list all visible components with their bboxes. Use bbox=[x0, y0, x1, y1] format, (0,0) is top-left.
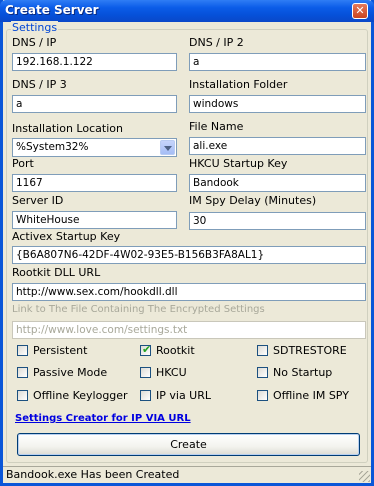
window-title: Create Server bbox=[5, 3, 99, 17]
close-button[interactable]: ✕ bbox=[352, 3, 368, 19]
hkcu-startup-key-label: HKCU Startup Key bbox=[189, 157, 288, 170]
resize-grip-icon[interactable] bbox=[359, 471, 370, 482]
encrypted-settings-link-label: Link to The File Containing The Encrypte… bbox=[12, 304, 265, 315]
dns-ip-2-label: DNS / IP 2 bbox=[189, 36, 244, 49]
installation-folder-input[interactable] bbox=[189, 95, 366, 113]
create-server-window: Create Server ✕ Settings DNS / IP DNS / … bbox=[0, 0, 374, 486]
settings-creator-link[interactable]: Settings Creator for IP VIA URL bbox=[15, 413, 191, 424]
dns-ip-label: DNS / IP bbox=[12, 36, 57, 49]
server-id-input[interactable] bbox=[12, 211, 177, 229]
dns-ip-2-input[interactable] bbox=[189, 53, 366, 71]
installation-location-select[interactable]: %System32% bbox=[12, 138, 177, 157]
settings-group-label: Settings bbox=[11, 21, 59, 34]
title-bar[interactable]: Create Server ✕ bbox=[0, 0, 374, 22]
installation-location-label: Installation Location bbox=[12, 122, 123, 135]
file-name-input[interactable] bbox=[189, 137, 366, 155]
status-text: Bandook.exe Has been Created bbox=[6, 468, 180, 481]
installation-folder-label: Installation Folder bbox=[189, 78, 288, 91]
chevron-down-icon[interactable] bbox=[160, 140, 175, 155]
rootkit-dll-url-label: Rootkit DLL URL bbox=[12, 266, 101, 279]
port-input[interactable] bbox=[12, 174, 177, 192]
encrypted-settings-link-input[interactable] bbox=[12, 321, 366, 339]
activex-startup-key-label: Activex Startup Key bbox=[12, 230, 121, 243]
rootkit-dll-url-input[interactable] bbox=[12, 283, 366, 301]
im-spy-delay-label: IM Spy Delay (Minutes) bbox=[189, 194, 317, 207]
dns-ip-3-label: DNS / IP 3 bbox=[12, 78, 67, 91]
status-bar: Bandook.exe Has been Created bbox=[3, 466, 371, 483]
port-label: Port bbox=[12, 157, 34, 170]
close-icon: ✕ bbox=[355, 4, 365, 17]
installation-location-value: %System32% bbox=[16, 141, 89, 153]
create-button[interactable]: Create bbox=[17, 433, 360, 456]
checkmark-icon: ✔ bbox=[142, 343, 152, 356]
dns-ip-input[interactable] bbox=[12, 53, 177, 71]
server-id-label: Server ID bbox=[12, 194, 64, 207]
hkcu-startup-key-input[interactable] bbox=[189, 174, 366, 192]
activex-startup-key-input[interactable] bbox=[12, 246, 366, 264]
dns-ip-3-input[interactable] bbox=[12, 95, 177, 113]
file-name-label: File Name bbox=[189, 120, 244, 133]
im-spy-delay-input[interactable] bbox=[189, 212, 366, 230]
